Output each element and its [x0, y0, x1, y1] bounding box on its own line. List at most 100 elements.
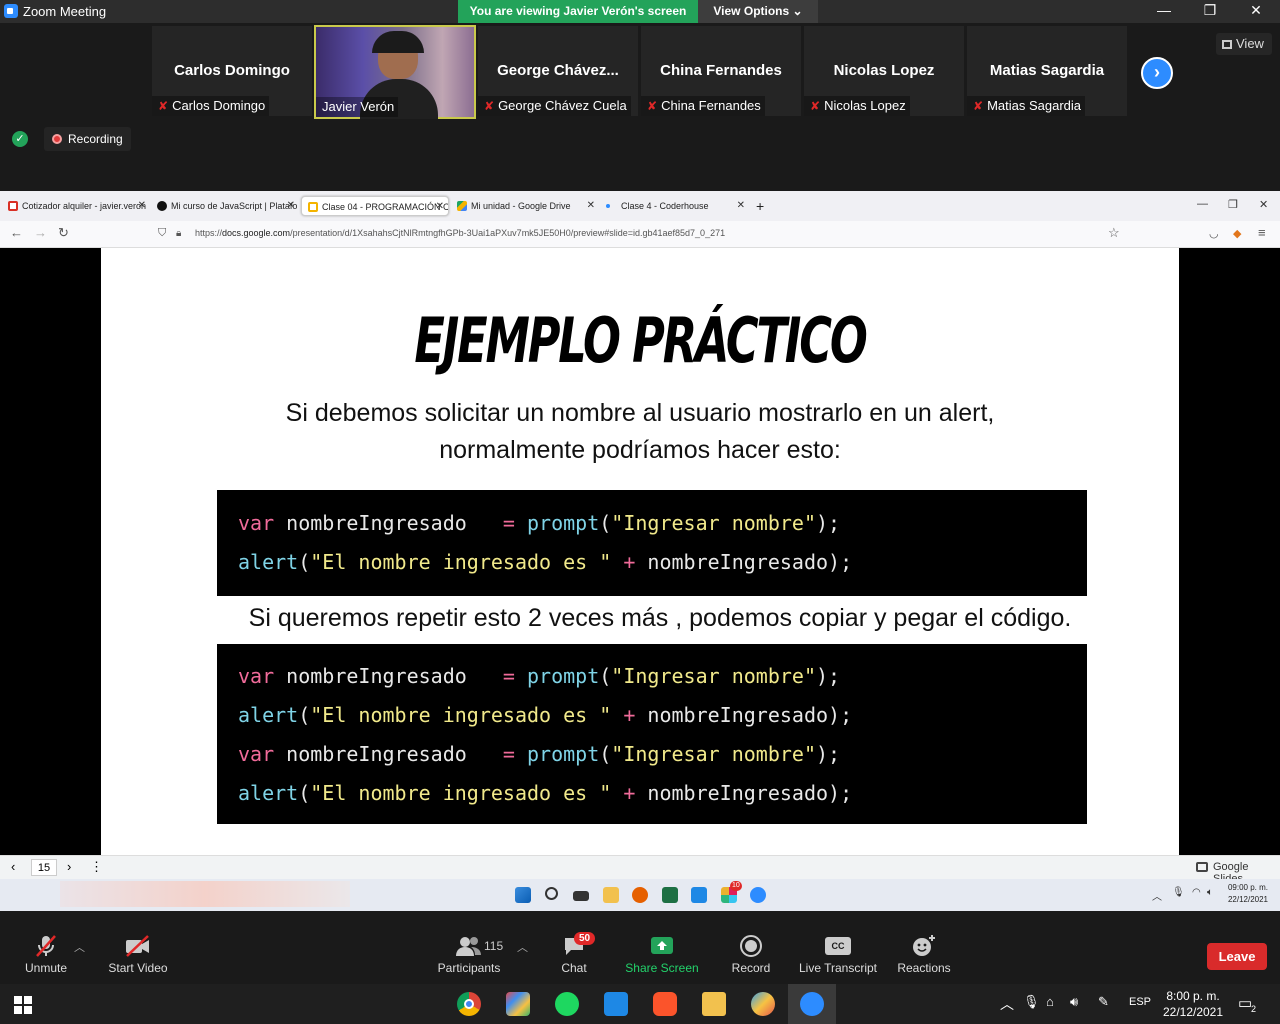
participant-tile[interactable]: Carlos Domingo ✘ Carlos Domingo: [152, 26, 312, 116]
live-transcript-label: Live Transcript: [798, 961, 878, 975]
participant-tile-active-speaker[interactable]: Javier Verón: [314, 25, 476, 119]
record-button[interactable]: Record: [728, 933, 774, 975]
tray-chevron-up-icon[interactable]: ︿: [1000, 994, 1014, 1014]
pen-icon[interactable]: ✎: [1098, 994, 1109, 1010]
windows-start-icon[interactable]: [14, 996, 32, 1014]
participant-tile[interactable]: Matias Sagardia ✘ Matias Sagardia: [967, 26, 1127, 116]
participants-label: Participants: [437, 961, 501, 975]
slack-icon[interactable]: 10: [721, 881, 742, 903]
participant-display-name: Matias Sagardia: [989, 62, 1105, 79]
forward-arrow-icon[interactable]: →: [34, 225, 47, 240]
browser-tab[interactable]: Mi curso de JavaScript | Platafo ✕: [151, 196, 299, 216]
close-tab-icon[interactable]: ✕: [436, 197, 444, 215]
code-token: );: [828, 703, 853, 727]
slide-number-field[interactable]: 15: [31, 859, 57, 876]
restore-button[interactable]: ❐: [1187, 0, 1233, 23]
lock-icon[interactable]: 🔒︎: [176, 228, 181, 239]
code-token: +: [611, 550, 648, 574]
drive-favicon-icon: [457, 201, 467, 211]
inner-clock[interactable]: 09:00 p. m. 22/12/2021: [1222, 882, 1274, 906]
share-screen-button[interactable]: Share Screen: [624, 933, 700, 975]
more-options-icon[interactable]: ⋮: [90, 859, 103, 875]
start-video-button[interactable]: Start Video: [104, 933, 172, 975]
unmute-button[interactable]: Unmute: [18, 933, 74, 975]
participant-name-label: ✘ China Fernandes: [641, 96, 765, 116]
menu-hamburger-icon[interactable]: ≡: [1258, 225, 1266, 240]
git-kraken-icon[interactable]: [506, 992, 530, 1016]
bookmark-star-icon[interactable]: ☆: [1108, 225, 1120, 241]
wifi-icon[interactable]: ◠: [1192, 887, 1201, 898]
tray-chevron-up-icon[interactable]: ︿: [1152, 888, 1162, 903]
participant-tile[interactable]: China Fernandes ✘ China Fernandes: [641, 26, 801, 116]
audio-options-chevron-icon[interactable]: ︿: [74, 939, 85, 955]
microphone-icon[interactable]: 🎙︎: [1172, 887, 1185, 898]
code-line: alert("El nombre ingresado es " + nombre…: [238, 774, 1087, 813]
participant-label-text: Matias Sagardia: [987, 98, 1082, 113]
mic-muted-icon: ✘: [810, 99, 821, 113]
zoom-taskbar-icon[interactable]: [750, 887, 766, 903]
system-clock[interactable]: 8:00 p. m. 22/12/2021: [1158, 988, 1228, 1020]
browser-tab[interactable]: Clase 4 - Coderhouse ✕: [601, 196, 749, 216]
windows-start-icon[interactable]: [515, 887, 531, 903]
file-explorer-icon[interactable]: [603, 887, 619, 903]
shared-windows-taskbar: 10 ︿ 🎙︎ ◠ 🔈︎ 09:00 p. m. 22/12/2021: [0, 879, 1280, 911]
reload-icon[interactable]: ↻: [58, 225, 69, 241]
close-tab-icon[interactable]: ✕: [138, 196, 146, 216]
pocket-icon[interactable]: ◡: [1209, 227, 1219, 240]
close-window-button[interactable]: ✕: [1233, 0, 1279, 23]
zoom-taskbar-active[interactable]: [788, 984, 836, 1024]
task-view-icon[interactable]: [573, 891, 589, 901]
previous-slide-icon[interactable]: ‹: [11, 859, 15, 874]
next-page-arrow-icon[interactable]: ›: [1141, 57, 1173, 89]
browser-tab-active[interactable]: Clase 04 - PROGRAMACIÓN CO ✕: [301, 196, 449, 216]
close-tab-icon[interactable]: ✕: [587, 196, 595, 216]
paint-icon[interactable]: [751, 992, 775, 1016]
code-token: "Ingresar nombre": [611, 664, 816, 688]
browser-tab[interactable]: Cotizador alquiler - javier.veron ✕: [2, 196, 150, 216]
browser-close-icon[interactable]: ✕: [1259, 198, 1268, 211]
browser-tab[interactable]: Mi unidad - Google Drive ✕: [451, 196, 599, 216]
code-line: alert("El nombre ingresado es " + nombre…: [238, 543, 1087, 582]
browser-restore-icon[interactable]: ❐: [1228, 198, 1238, 211]
participants-chevron-icon[interactable]: ︿: [517, 939, 528, 955]
file-explorer-icon[interactable]: [702, 992, 726, 1016]
slides-logo-icon: [1196, 862, 1208, 872]
shield-icon[interactable]: ⛉: [158, 227, 166, 240]
code-token: +: [611, 781, 648, 805]
browser-minimize-icon[interactable]: —: [1197, 198, 1208, 210]
next-slide-icon[interactable]: ›: [67, 859, 71, 874]
minimize-button[interactable]: —: [1141, 0, 1187, 23]
firefox-icon[interactable]: [632, 887, 648, 903]
sheets-icon[interactable]: [662, 887, 678, 903]
reactions-button[interactable]: Reactions: [896, 933, 952, 975]
volume-icon[interactable]: 🔊︎: [1070, 994, 1078, 1010]
security-shield-icon[interactable]: ✓: [12, 131, 28, 147]
spotify-icon[interactable]: [555, 992, 579, 1016]
volume-icon[interactable]: 🔈︎: [1207, 887, 1213, 898]
vscode-icon[interactable]: [604, 992, 628, 1016]
recording-indicator[interactable]: Recording: [44, 127, 131, 151]
url-field[interactable]: https://docs.google.com/presentation/d/1…: [195, 228, 725, 238]
network-icon[interactable]: ⌂: [1046, 994, 1054, 1009]
leave-button[interactable]: Leave: [1207, 943, 1267, 970]
new-tab-button[interactable]: +: [748, 196, 772, 216]
chrome-icon[interactable]: [457, 992, 481, 1016]
participants-button[interactable]: 115 Participants: [436, 933, 503, 975]
view-options-button[interactable]: View Options ⌄: [698, 0, 818, 23]
microphone-icon[interactable]: 🎙︎: [1023, 994, 1040, 1010]
metamask-fox-icon[interactable]: ◆: [1233, 227, 1241, 240]
close-tab-icon[interactable]: ✕: [287, 196, 295, 216]
chat-button[interactable]: 50 Chat: [554, 932, 596, 975]
live-transcript-button[interactable]: CC Live Transcript: [798, 933, 878, 975]
participant-label-text: Carlos Domingo: [172, 98, 266, 113]
participant-tile[interactable]: George Chávez... ✘ George Chávez Cuela: [478, 26, 638, 116]
search-icon[interactable]: [545, 887, 558, 900]
vscode-icon[interactable]: [691, 887, 707, 903]
participant-tile[interactable]: Nicolas Lopez ✘ Nicolas Lopez: [804, 26, 964, 116]
brave-icon[interactable]: [653, 992, 677, 1016]
view-button[interactable]: View: [1216, 33, 1272, 55]
language-indicator[interactable]: ESP: [1129, 996, 1151, 1008]
back-arrow-icon[interactable]: ←: [10, 225, 23, 240]
close-tab-icon[interactable]: ✕: [737, 196, 745, 216]
reactions-label: Reactions: [897, 961, 951, 975]
